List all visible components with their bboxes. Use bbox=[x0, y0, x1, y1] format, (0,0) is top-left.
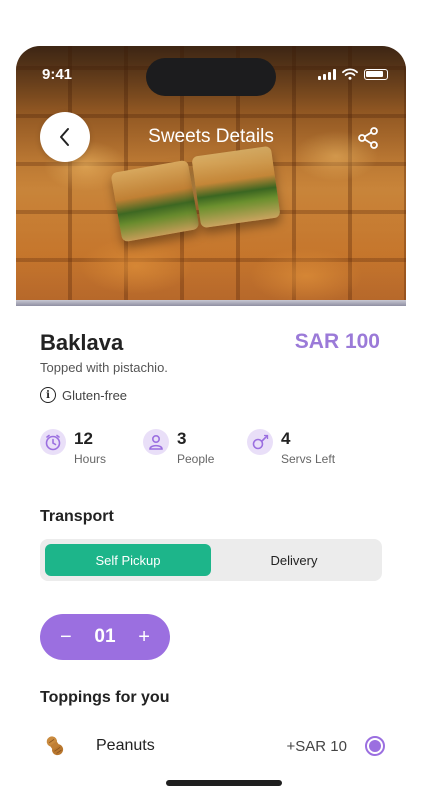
tab-self-pickup[interactable]: Self Pickup bbox=[45, 544, 211, 576]
product-description: Topped with pistachio. bbox=[40, 360, 168, 375]
topping-radio[interactable] bbox=[365, 736, 385, 756]
phone-screen: 9:41 Sweets Details Baklava SAR 100 Topp… bbox=[16, 46, 406, 811]
product-name: Baklava bbox=[40, 330, 124, 355]
product-hero-image: 9:41 Sweets Details bbox=[16, 46, 406, 306]
dynamic-island bbox=[146, 58, 276, 96]
chef-icon bbox=[247, 429, 273, 455]
stat-value: 4 bbox=[281, 429, 291, 448]
tab-delivery[interactable]: Delivery bbox=[211, 544, 377, 576]
stat-label: People bbox=[177, 452, 215, 466]
decrement-button[interactable]: − bbox=[60, 627, 72, 647]
status-time: 9:41 bbox=[42, 66, 73, 83]
battery-icon bbox=[364, 68, 388, 80]
topping-item[interactable]: Peanuts +SAR 10 bbox=[40, 728, 385, 764]
share-icon bbox=[358, 127, 378, 149]
stat-people: 3 People bbox=[143, 429, 214, 466]
clock-icon bbox=[40, 429, 66, 455]
quantity-value: 01 bbox=[94, 626, 116, 647]
home-indicator[interactable] bbox=[166, 780, 282, 786]
tray-edge bbox=[16, 300, 406, 306]
stat-hours: 12 Hours bbox=[40, 429, 106, 466]
dietary-tag: i Gluten-free bbox=[40, 387, 127, 403]
toppings-title: Toppings for you bbox=[40, 689, 170, 706]
peanut-icon bbox=[40, 731, 70, 761]
share-button[interactable] bbox=[354, 124, 382, 152]
info-icon: i bbox=[40, 387, 56, 403]
page-title: Sweets Details bbox=[148, 126, 274, 147]
quantity-stepper: − 01 + bbox=[40, 614, 170, 660]
wifi-icon bbox=[342, 68, 358, 80]
stat-label: Hours bbox=[74, 452, 107, 466]
transport-selector: Self Pickup Delivery bbox=[40, 539, 382, 581]
stat-value: 3 bbox=[177, 429, 187, 448]
product-price: SAR 100 bbox=[294, 330, 380, 353]
dietary-tag-label: Gluten-free bbox=[62, 387, 128, 403]
person-icon bbox=[143, 429, 169, 455]
increment-button[interactable]: + bbox=[138, 627, 150, 647]
status-icons bbox=[318, 68, 388, 80]
signal-icon bbox=[318, 68, 336, 80]
stat-value: 12 bbox=[74, 429, 93, 448]
topping-name: Peanuts bbox=[96, 737, 155, 754]
stat-servings-left: 4 Servs Left bbox=[247, 429, 335, 466]
stat-label: Servs Left bbox=[281, 452, 336, 466]
transport-title: Transport bbox=[40, 508, 114, 525]
topping-price: +SAR 10 bbox=[286, 737, 347, 755]
